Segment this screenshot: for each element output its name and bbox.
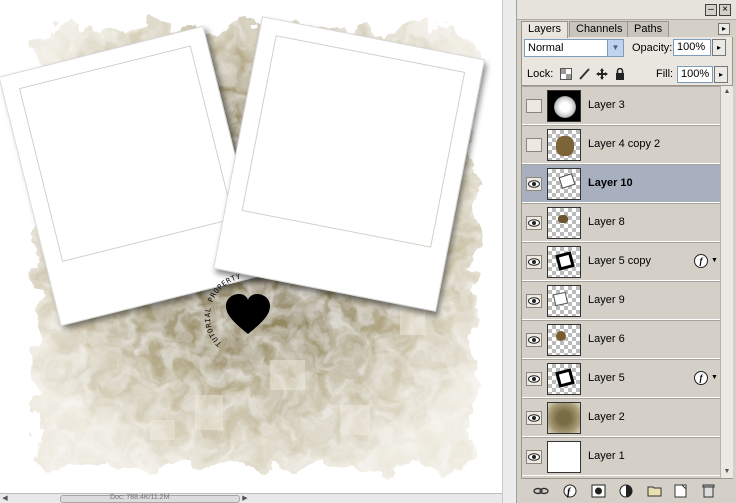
eye-icon	[528, 258, 540, 266]
layer-row[interactable]: Layer 9	[522, 281, 720, 320]
scroll-up-icon[interactable]: ▲	[721, 86, 733, 98]
tab-layers[interactable]: Layers	[521, 21, 569, 38]
new-group-icon[interactable]	[647, 484, 663, 498]
layers-panel: – × Layers Channels Paths ▸ Normal ▼ Opa…	[516, 0, 736, 503]
new-layer-icon[interactable]	[673, 484, 689, 498]
document-canvas[interactable]: TUTORIAL PROPERTY OF GRAPHICSADDICT.COM …	[0, 0, 502, 503]
layer-row[interactable]: Layer 6	[522, 320, 720, 359]
opacity-input[interactable]: 100%	[673, 39, 711, 56]
layer-name[interactable]: Layer 5	[588, 372, 625, 384]
layer-row[interactable]: Layer 5 f ▼	[522, 359, 720, 398]
scroll-right-icon[interactable]: ▶	[240, 494, 250, 503]
blend-mode-select[interactable]: Normal ▼	[524, 39, 624, 57]
eye-icon[interactable]	[526, 333, 542, 347]
chevron-down-icon[interactable]: ▼	[607, 40, 623, 56]
panel-divider	[502, 0, 516, 503]
lock-label: Lock:	[527, 68, 554, 80]
layer-name[interactable]: Layer 4 copy 2	[588, 138, 660, 150]
opacity-label: Opacity:	[632, 42, 673, 54]
layer-row[interactable]: Layer 4 copy 2	[522, 125, 720, 164]
lock-paint-icon[interactable]	[578, 68, 590, 80]
layer-name[interactable]: Layer 5 copy	[588, 255, 651, 267]
layer-thumbnail[interactable]	[547, 324, 581, 356]
expand-effects-icon[interactable]: ▼	[711, 257, 718, 264]
eye-icon	[528, 453, 540, 461]
blend-mode-value: Normal	[528, 42, 564, 54]
layer-thumbnail[interactable]	[547, 363, 581, 395]
fill-slider-icon[interactable]: ▸	[714, 66, 728, 83]
layer-name[interactable]: Layer 9	[588, 294, 625, 306]
visibility-toggle[interactable]	[526, 99, 542, 113]
layer-row[interactable]: Layer 8	[522, 203, 720, 242]
layer-name[interactable]: Layer 10	[588, 177, 633, 189]
add-style-icon[interactable]: f	[563, 484, 579, 498]
eye-icon	[528, 297, 540, 305]
eye-icon[interactable]	[526, 255, 542, 269]
layer-thumbnail[interactable]	[547, 402, 581, 434]
eye-icon	[528, 336, 540, 344]
scroll-left-icon[interactable]: ◀	[0, 494, 10, 503]
eye-icon[interactable]	[526, 411, 542, 425]
layer-name[interactable]: Layer 6	[588, 333, 625, 345]
layer-name[interactable]: Layer 2	[588, 411, 625, 423]
adjustment-layer-icon[interactable]	[619, 484, 635, 498]
lock-move-icon[interactable]	[596, 68, 608, 80]
layer-row[interactable]: Layer 5 copy f ▼	[522, 242, 720, 281]
eye-icon	[528, 180, 540, 188]
eye-icon	[528, 375, 540, 383]
eye-icon[interactable]	[526, 177, 542, 191]
tab-channels[interactable]: Channels	[569, 21, 630, 37]
fill-input[interactable]: 100%	[677, 66, 713, 83]
layer-thumbnail[interactable]	[547, 207, 581, 239]
eye-icon[interactable]	[526, 216, 542, 230]
link-layers-icon[interactable]	[533, 484, 549, 498]
eye-icon[interactable]	[526, 294, 542, 308]
eye-icon	[528, 219, 540, 227]
lock-transparent-icon[interactable]	[560, 68, 572, 80]
layer-thumbnail[interactable]	[547, 90, 581, 122]
layers-scrollbar[interactable]: ▲ ▼	[720, 86, 733, 478]
layer-thumbnail[interactable]	[547, 129, 581, 161]
layer-row[interactable]: Layer 10	[522, 164, 720, 203]
opacity-slider-icon[interactable]: ▸	[712, 39, 726, 56]
panel-titlebar[interactable]: – ×	[517, 0, 736, 20]
fill-label: Fill:	[656, 68, 674, 80]
layer-row[interactable]: Layer 2	[522, 398, 720, 437]
visibility-toggle[interactable]	[526, 138, 542, 152]
layer-thumbnail[interactable]	[547, 285, 581, 317]
panel-menu-icon[interactable]: ▸	[718, 23, 730, 35]
layer-name[interactable]: Layer 3	[588, 99, 625, 111]
eye-icon[interactable]	[526, 450, 542, 464]
layers-bottom-toolbar: f	[521, 478, 733, 503]
layer-effects-icon[interactable]: f	[694, 371, 708, 385]
layer-thumbnail[interactable]	[547, 168, 581, 200]
close-icon[interactable]: ×	[719, 4, 731, 16]
lock-row: Lock: Fill: 100% ▸	[521, 64, 733, 86]
eye-icon[interactable]	[526, 372, 542, 386]
lock-all-icon[interactable]	[614, 68, 626, 80]
minimize-icon[interactable]: –	[705, 4, 717, 16]
layers-list: Layer 3 Layer 4 copy 2 Layer 10 Layer 8 Laye…	[521, 86, 733, 478]
expand-effects-icon[interactable]: ▼	[711, 374, 718, 381]
layer-name[interactable]: Layer 8	[588, 216, 625, 228]
polaroid-frame-right	[213, 16, 485, 312]
layer-name[interactable]: Layer 1	[588, 450, 625, 462]
eye-icon	[528, 414, 540, 422]
layer-thumbnail[interactable]	[547, 441, 581, 473]
canvas-artwork: TUTORIAL PROPERTY OF GRAPHICSADDICT.COM	[0, 16, 485, 468]
panel-tabs: Layers Channels Paths	[521, 21, 731, 38]
doc-status-text: Doc: 788.4K/11.2M	[110, 494, 170, 501]
tab-paths[interactable]: Paths	[627, 21, 670, 37]
layer-row[interactable]: Layer 3	[522, 86, 720, 125]
horizontal-scrollbar[interactable]: ◀ Doc: 788.4K/11.2M ▶	[0, 493, 502, 503]
layer-thumbnail[interactable]	[547, 246, 581, 278]
delete-layer-icon[interactable]	[701, 484, 717, 498]
layer-effects-icon[interactable]: f	[694, 254, 708, 268]
scroll-down-icon[interactable]: ▼	[721, 466, 733, 478]
layer-row[interactable]: Layer 1	[522, 437, 720, 476]
add-mask-icon[interactable]	[591, 484, 607, 498]
